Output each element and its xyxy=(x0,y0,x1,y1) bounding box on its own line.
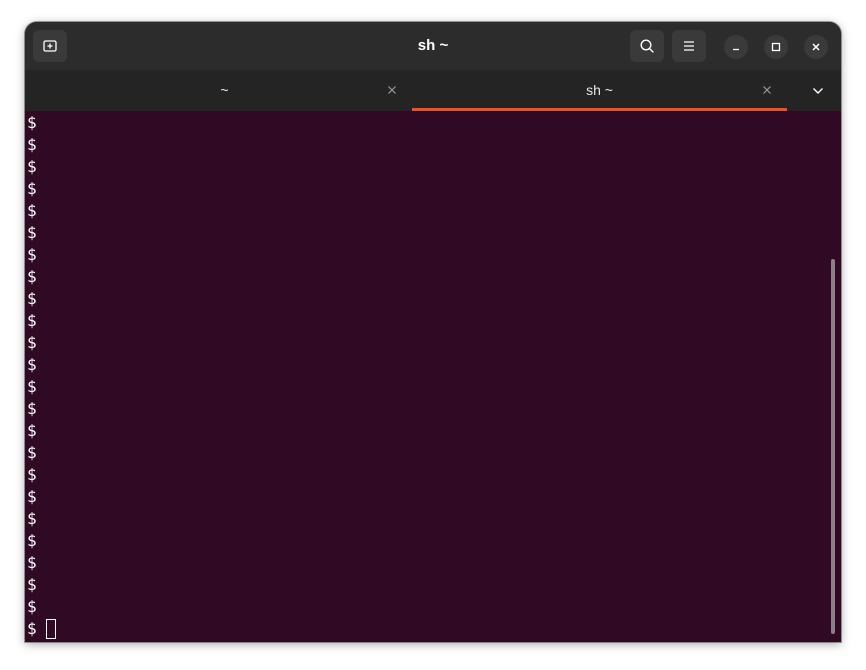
terminal-line: $ xyxy=(27,311,37,330)
terminal-line: $ xyxy=(27,179,37,198)
hamburger-menu-icon xyxy=(684,41,694,51)
search-icon xyxy=(640,39,654,53)
tab-label: ~ xyxy=(220,82,229,98)
terminal-line: $ xyxy=(27,267,37,286)
terminal-lines: $ $ $ $ $ $ $ $ $ $ $ $ $ $ $ $ $ $ $ $ $ $ $ $ xyxy=(27,112,817,640)
terminal-output[interactable]: $ $ $ $ $ $ $ $ $ $ $ $ $ $ $ $ $ $ $ $ $ $ $ $ xyxy=(25,111,841,642)
tab-sh[interactable]: sh ~ xyxy=(412,70,787,111)
terminal-line: $ xyxy=(27,135,37,154)
menu-button[interactable] xyxy=(672,30,706,62)
minimize-icon xyxy=(733,48,739,51)
minimize-button[interactable] xyxy=(724,35,748,59)
maximize-button[interactable] xyxy=(764,35,788,59)
terminal-line: $ xyxy=(27,443,37,462)
window-title: sh ~ xyxy=(417,37,449,54)
terminal-line: $ xyxy=(27,509,37,528)
new-tab-icon xyxy=(43,40,57,52)
terminal-line: $ xyxy=(27,487,37,506)
tab-close-icon[interactable] xyxy=(386,84,398,96)
tab-label: sh ~ xyxy=(586,82,613,98)
text-cursor xyxy=(45,619,56,639)
terminal-line: $ xyxy=(27,575,37,594)
close-icon xyxy=(812,43,820,51)
active-prompt-line: $ xyxy=(27,618,817,640)
terminal-line: $ xyxy=(27,245,37,264)
terminal-line: $ xyxy=(27,333,37,352)
terminal-line: $ xyxy=(27,201,37,220)
terminal-line: $ xyxy=(27,377,37,396)
new-tab-button[interactable] xyxy=(33,30,67,62)
terminal-line: $ xyxy=(27,289,37,308)
terminal-line: $ xyxy=(27,531,37,550)
tab-bar: ~ sh ~ xyxy=(25,70,841,111)
chevron-down-icon xyxy=(813,88,823,94)
terminal-window: sh ~ ~ sh ~ $ $ $ $ $ $ $ $ $ $ $ $ $ $ … xyxy=(25,22,841,642)
prompt-symbol: $ xyxy=(27,619,37,638)
maximize-icon xyxy=(771,42,781,52)
terminal-line: $ xyxy=(27,597,37,616)
tab-overflow-button[interactable] xyxy=(805,80,831,102)
scrollbar-thumb[interactable] xyxy=(831,259,835,634)
terminal-line: $ xyxy=(27,355,37,374)
terminal-line: $ xyxy=(27,399,37,418)
terminal-line: $ xyxy=(27,223,37,242)
terminal-line: $ xyxy=(27,465,37,484)
search-button[interactable] xyxy=(630,30,664,62)
tab-close-icon[interactable] xyxy=(761,84,773,96)
header-bar: sh ~ xyxy=(25,22,841,71)
terminal-line: $ xyxy=(27,421,37,440)
terminal-line: $ xyxy=(27,553,37,572)
close-button[interactable] xyxy=(804,35,828,59)
terminal-line: $ xyxy=(27,113,37,132)
tab-home[interactable]: ~ xyxy=(37,70,412,111)
terminal-line: $ xyxy=(27,157,37,176)
